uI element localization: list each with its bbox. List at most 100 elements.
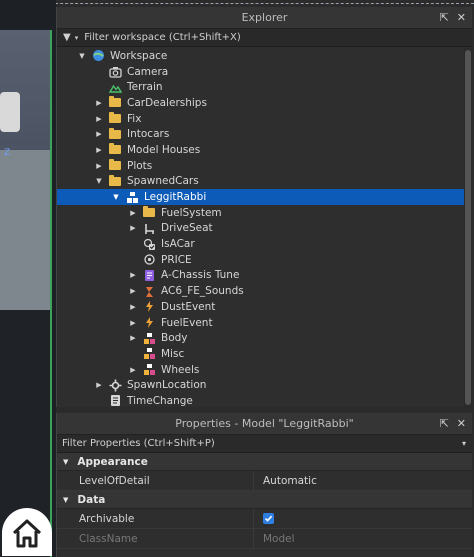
property-row-archivable[interactable]: Archivable: [57, 509, 472, 529]
expanded-arrow-icon[interactable]: ▼: [111, 193, 121, 201]
axis-z-label: Z: [4, 148, 11, 158]
tree-item-label: IsACar: [161, 238, 195, 251]
home-button[interactable]: [2, 508, 52, 556]
home-icon: [12, 519, 42, 548]
collapsed-arrow-icon[interactable]: ▶: [128, 366, 138, 374]
tree-item-body[interactable]: ▶ Body: [57, 330, 472, 346]
close-icon[interactable]: ✕: [457, 413, 466, 435]
tree-item-cardealerships[interactable]: ▶ CarDealerships: [57, 95, 472, 111]
script-doc-icon: [108, 394, 122, 407]
collapsed-arrow-icon[interactable]: ▶: [128, 303, 138, 311]
tree-item-label: A-Chassis Tune: [161, 269, 240, 282]
section-appearance[interactable]: ▼ Appearance: [57, 453, 472, 471]
property-name: ClassName: [79, 532, 138, 545]
tree-item-timechange[interactable]: TimeChange: [57, 393, 472, 409]
tree-item-label: Wheels: [161, 363, 200, 376]
tree-item-label: Fix: [127, 112, 142, 125]
scrollbar-thumb[interactable]: [465, 50, 471, 405]
tree-item-terrain[interactable]: Terrain: [57, 79, 472, 95]
tree-item-camera[interactable]: Camera: [57, 64, 472, 80]
property-value[interactable]: [253, 509, 472, 528]
filter-icon[interactable]: ▼: [63, 32, 71, 43]
folder-icon: [142, 206, 156, 219]
tree-item-fix[interactable]: ▶ Fix: [57, 111, 472, 127]
tree-item-fuelsystem[interactable]: ▶ FuelSystem: [57, 205, 472, 221]
property-name: LevelOfDetail: [79, 474, 150, 487]
filter-dropdown-icon[interactable]: ▾: [462, 439, 466, 448]
folder-icon: [108, 112, 122, 125]
tree-item-label: LeggitRabbi: [144, 191, 207, 204]
tree-item-price[interactable]: PRICE: [57, 252, 472, 268]
collapsed-arrow-icon[interactable]: ▶: [94, 130, 104, 138]
property-name: Archivable: [79, 512, 135, 525]
collapsed-arrow-icon[interactable]: ▶: [128, 334, 138, 342]
archivable-checkbox[interactable]: [263, 513, 274, 524]
expanded-arrow-icon[interactable]: ▼: [77, 52, 87, 60]
expanded-arrow-icon[interactable]: ▼: [94, 177, 104, 185]
tree-item-leggitrabbi[interactable]: ▼ LeggitRabbi: [57, 189, 472, 205]
spawn-location-icon: [108, 379, 122, 392]
tree-item-spawnlocation[interactable]: ▶ SpawnLocation: [57, 377, 472, 393]
collapsed-arrow-icon[interactable]: ▶: [94, 162, 104, 170]
tree-item-plots[interactable]: ▶ Plots: [57, 158, 472, 174]
tree-item-label: DustEvent: [161, 300, 216, 313]
tree-item-a-chassis-tune[interactable]: ▶ A-Chassis Tune: [57, 268, 472, 284]
tree-item-fuelevent[interactable]: ▶ FuelEvent: [57, 315, 472, 331]
viewport[interactable]: Z: [0, 0, 56, 557]
collapse-icon[interactable]: ▼: [63, 496, 68, 504]
tree-item-ac6-fe-sounds[interactable]: ▶ AC6_FE_Sounds: [57, 283, 472, 299]
script-icon: [142, 285, 156, 298]
part-model-icon: [142, 332, 156, 345]
checkmark-icon: [264, 515, 273, 522]
tree-item-intocars[interactable]: ▶ Intocars: [57, 126, 472, 142]
explorer-tree: ▼ Workspace Camera Terrain ▶ CarDealerships ▶ F…: [57, 47, 472, 409]
tree-item-label: FuelSystem: [161, 206, 222, 219]
tree-item-label: Model Houses: [127, 143, 201, 156]
tree-item-label: Misc: [161, 347, 185, 360]
folder-icon: [108, 143, 122, 156]
collapsed-arrow-icon[interactable]: ▶: [94, 115, 104, 123]
close-icon[interactable]: ✕: [457, 7, 466, 29]
properties-filter[interactable]: Filter Properties (Ctrl+Shift+P) ▾: [57, 435, 472, 453]
camera-icon: [108, 65, 122, 78]
property-row-levelofdetail[interactable]: LevelOfDetail Automatic: [57, 471, 472, 491]
filter-dropdown-icon[interactable]: ▾: [75, 34, 79, 42]
collapse-icon[interactable]: ▼: [63, 458, 68, 466]
tree-item-label: CarDealerships: [127, 96, 207, 109]
collapsed-arrow-icon[interactable]: ▶: [128, 209, 138, 217]
collapsed-arrow-icon[interactable]: ▶: [94, 381, 104, 389]
explorer-filter[interactable]: ▼ ▾ Filter workspace (Ctrl+Shift+X): [57, 29, 472, 47]
section-data[interactable]: ▼ Data: [57, 491, 472, 509]
tree-item-workspace[interactable]: ▼ Workspace: [57, 48, 472, 64]
folder-icon: [108, 159, 122, 172]
collapsed-arrow-icon[interactable]: ▶: [94, 146, 104, 154]
collapsed-arrow-icon[interactable]: ▶: [128, 271, 138, 279]
tree-item-label: Workspace: [110, 49, 168, 62]
tree-item-model-houses[interactable]: ▶ Model Houses: [57, 142, 472, 158]
property-value[interactable]: Automatic: [253, 471, 472, 490]
tree-item-label: SpawnedCars: [127, 175, 199, 188]
property-value: Model: [253, 529, 472, 548]
explorer-panel: Explorer ⇱ ✕ ▼ ▾ Filter workspace (Ctrl+…: [56, 7, 472, 407]
property-row-classname[interactable]: ClassName Model: [57, 529, 472, 549]
undock-icon[interactable]: ⇱: [440, 413, 449, 435]
collapsed-arrow-icon[interactable]: ▶: [128, 224, 138, 232]
explorer-scrollbar[interactable]: [464, 48, 472, 407]
tree-item-spawnedcars[interactable]: ▼ SpawnedCars: [57, 174, 472, 190]
tree-item-isacar[interactable]: IsACar: [57, 236, 472, 252]
viewport-object[interactable]: [0, 92, 20, 132]
tree-item-wheels[interactable]: ▶ Wheels: [57, 362, 472, 378]
tree-item-label: Plots: [127, 159, 153, 172]
collapsed-arrow-icon[interactable]: ▶: [94, 99, 104, 107]
undock-icon[interactable]: ⇱: [440, 7, 449, 29]
viewport-frame[interactable]: Z: [0, 30, 52, 557]
collapsed-arrow-icon[interactable]: ▶: [128, 319, 138, 327]
workspace-icon: [91, 49, 105, 62]
tree-item-driveseat[interactable]: ▶ DriveSeat: [57, 221, 472, 237]
tree-item-misc[interactable]: Misc: [57, 346, 472, 362]
tree-item-dustevent[interactable]: ▶ DustEvent: [57, 299, 472, 315]
properties-title-bar: Properties - Model "LeggitRabbi" ⇱ ✕: [57, 413, 472, 435]
remote-event-icon: [142, 300, 156, 313]
tree-item-label: TimeChange: [127, 394, 193, 407]
collapsed-arrow-icon[interactable]: ▶: [128, 287, 138, 295]
